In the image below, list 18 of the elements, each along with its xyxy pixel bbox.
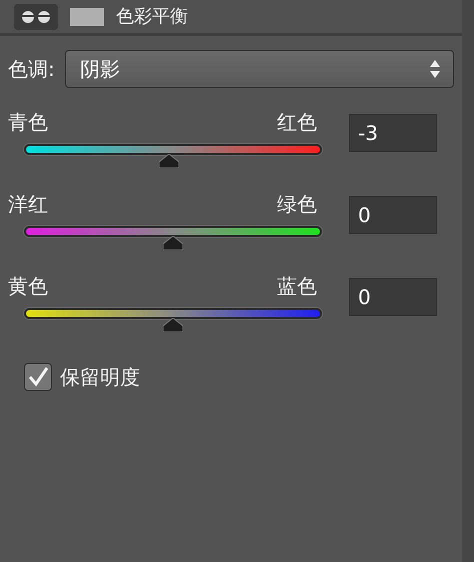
slider-left-label: 黄色	[8, 274, 48, 298]
value-field[interactable]: -3	[349, 114, 437, 152]
slider-right-label: 蓝色	[277, 274, 317, 298]
layer-mask-icon	[70, 8, 104, 26]
checkbox[interactable]	[24, 363, 52, 391]
slider-left-label: 洋红	[8, 192, 48, 216]
value-field[interactable]: 0	[349, 278, 437, 316]
slider-right-label: 绿色	[277, 192, 317, 216]
checkbox-label: 保留明度	[60, 364, 140, 391]
panel-title: 色彩平衡	[116, 5, 188, 29]
slider-left-label: 青色	[8, 110, 48, 134]
value-field[interactable]: 0	[349, 196, 437, 234]
stepper-icon	[429, 59, 441, 79]
tone-label: 色调:	[8, 56, 55, 83]
slider-right-label: 红色	[277, 110, 317, 134]
tone-dropdown[interactable]: 阴影	[64, 50, 454, 88]
check-icon	[27, 366, 49, 388]
adjustment-icon	[14, 4, 58, 30]
